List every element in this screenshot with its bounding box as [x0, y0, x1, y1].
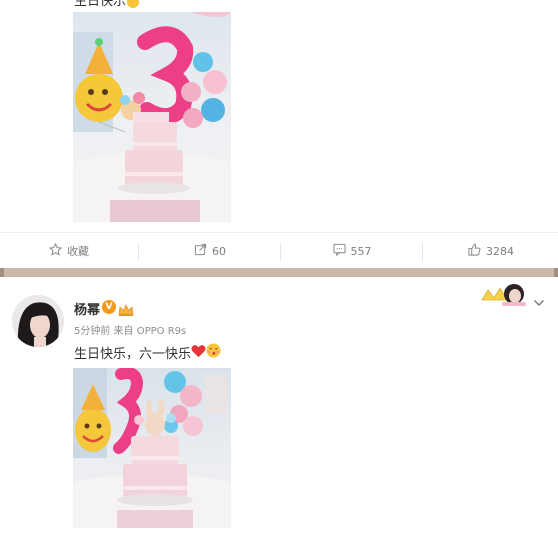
star-icon	[48, 242, 63, 259]
comment-count: 557	[350, 244, 372, 258]
avatar-portrait	[12, 295, 64, 347]
like-button[interactable]: 3284	[424, 233, 558, 269]
avatar[interactable]	[12, 295, 64, 347]
action-separator	[422, 243, 423, 261]
repost-count: 60	[212, 244, 226, 258]
repost-button[interactable]: 60	[140, 233, 280, 269]
favorite-label: 收藏	[67, 245, 89, 258]
post-image[interactable]	[73, 368, 231, 528]
heart-emoji-icon	[191, 344, 206, 362]
repost-icon	[194, 243, 207, 259]
post-action-bar: 收藏 60 557 3284	[0, 232, 558, 268]
action-separator	[138, 243, 139, 261]
verified-badge: V	[102, 300, 116, 314]
action-separator	[280, 243, 281, 261]
decorative-sticker-icon	[480, 280, 532, 308]
favorite-button[interactable]: 收藏	[0, 233, 138, 269]
post-image[interactable]	[73, 12, 231, 222]
smile-emoji-icon	[127, 0, 140, 8]
post-meta: 5分钟前 来自 OPPO R9s	[74, 326, 187, 337]
comment-icon	[332, 243, 346, 259]
post-text: 生日快乐，六一快乐	[74, 343, 221, 362]
cake-photo-illustration	[73, 368, 231, 528]
post-text-content: 生日快乐，六一快乐	[74, 347, 192, 362]
username[interactable]: 杨幂	[74, 299, 100, 318]
cake-photo-illustration	[73, 12, 231, 222]
previous-post-text-content: 生日快乐	[74, 0, 127, 9]
thumbs-up-icon	[468, 243, 481, 259]
previous-post-text: 生日快乐	[74, 0, 140, 10]
comment-button[interactable]: 557	[282, 233, 422, 269]
chevron-down-icon[interactable]	[533, 293, 545, 307]
kiss-emoji-icon	[206, 343, 221, 362]
previous-post: 生日快乐 收藏 60 557 3284	[0, 0, 558, 266]
like-count: 3284	[486, 244, 514, 258]
post-divider	[0, 268, 558, 277]
crown-badge-icon	[118, 301, 134, 316]
